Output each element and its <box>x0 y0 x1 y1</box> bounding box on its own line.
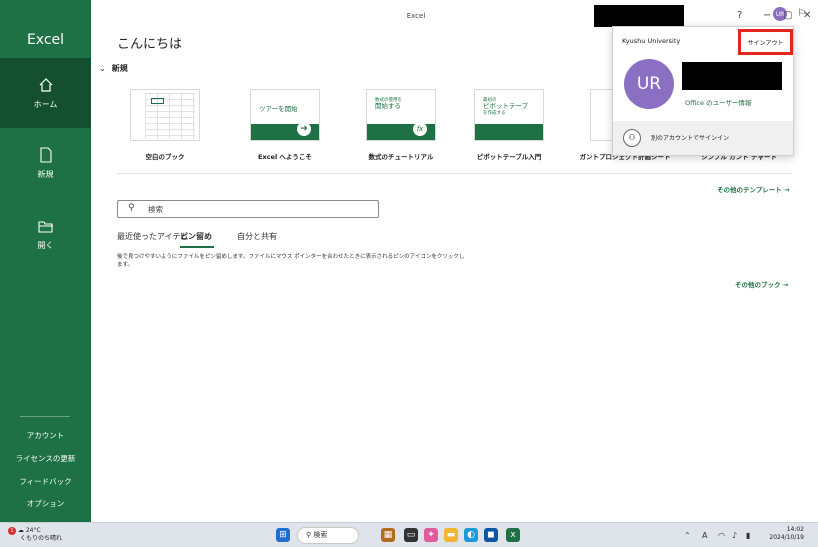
arrow-right-icon: ➔ <box>297 122 311 136</box>
sidebar-item-label: 開く <box>37 240 54 250</box>
account-avatar-large: UR <box>624 59 674 109</box>
chevron-down-icon: ⌄ <box>99 64 106 73</box>
thumbnail-extra: を作成する <box>483 111 506 117</box>
template-name: ピボットテーブル入門 <box>476 153 542 161</box>
copilot-icon[interactable]: ✦ <box>424 528 438 542</box>
widget-icon[interactable]: ▦ <box>381 528 395 542</box>
search-icon: ⚲ <box>306 531 312 539</box>
folder-open-icon <box>37 220 53 233</box>
start-icon[interactable]: ⊞ <box>276 528 290 542</box>
thumbnail-maintext: 開始する <box>375 102 401 111</box>
thumbnail-text: 最初の ピボットテーブ を作成する <box>483 98 528 117</box>
pinned-hint: 後で見つけやすいようにファイルをピン留めします。ファイルにマウス ポインターを合… <box>117 254 465 269</box>
home-icon <box>39 77 52 92</box>
file-explorer-icon[interactable]: ▬ <box>444 528 458 542</box>
sign-out-button[interactable]: サインアウト <box>738 29 793 55</box>
clock[interactable]: 14:02 2024/10/19 <box>769 526 804 542</box>
template-thumbnail <box>130 89 200 141</box>
organization-name: Kyushu University <box>622 37 681 45</box>
sidebar-item-label: ホーム <box>33 99 58 109</box>
search-placeholder: 検索 <box>148 205 163 214</box>
store-icon[interactable]: ◼ <box>484 528 498 542</box>
template-formula-tutorial[interactable]: 数式の使用を 開始する fx 数式のチュートリアル <box>353 89 449 161</box>
template-pivot-intro[interactable]: 最初の ピボットテーブ を作成する ピボットテーブル入門 <box>461 89 557 161</box>
weather-badge: 1 <box>8 527 16 535</box>
search-input[interactable]: ⚲ 検索 <box>117 200 379 218</box>
template-thumbnail: ツアーを開始 ➔ <box>250 89 320 141</box>
sidebar-item-feedback[interactable]: フィードバック <box>0 476 91 487</box>
ime-indicator[interactable]: A <box>702 531 707 540</box>
page-title: こんにちは <box>117 37 183 52</box>
template-welcome[interactable]: ツアーを開始 ➔ Excel へようこそ <box>237 89 333 161</box>
weather-temp: 24°C <box>25 527 41 534</box>
weather-icon: ☁ <box>17 527 24 534</box>
divider <box>117 173 792 174</box>
chevron-up-icon[interactable]: ⌃ <box>684 531 691 540</box>
taskbar-search[interactable]: ⚲ 検索 <box>297 527 359 544</box>
weather-desc: くもりのち晴れ <box>20 535 63 542</box>
edge-icon[interactable]: ◐ <box>464 528 478 542</box>
section-label: 新規 <box>111 64 128 73</box>
sidebar-item-account[interactable]: アカウント <box>0 430 91 441</box>
template-thumbnail: 数式の使用を 開始する fx <box>366 89 436 141</box>
taskbar-search-label: 検索 <box>313 531 328 539</box>
thumbnail-text: 数式の使用を 開始する <box>375 98 402 111</box>
more-books-link[interactable]: その他のブック → <box>735 279 788 289</box>
sidebar-item-home[interactable]: ホーム <box>0 58 91 128</box>
sidebar: Excel ホーム 新規 開く アカウント ライセンスの更新 フィードバック オ… <box>0 0 91 522</box>
switch-account-button[interactable]: ⚇ 別のアカウントでサインイン <box>613 121 793 155</box>
account-popup: Kyushu University サインアウト UR Office のユーザー… <box>612 26 794 156</box>
sidebar-item-new[interactable]: 新規 <box>0 128 91 198</box>
template-thumbnail: 最初の ピボットテーブ を作成する <box>474 89 544 141</box>
template-blank-workbook[interactable]: 空白のブック <box>117 89 213 161</box>
more-templates-link[interactable]: その他のテンプレート → <box>717 184 790 194</box>
search-icon: ⚲ <box>128 203 135 213</box>
template-name: 空白のブック <box>145 153 185 161</box>
main-area: こんにちは ⌄ 新規 空白のブック ツアーを開始 ➔ Excel へようこそ 数式… <box>91 0 818 522</box>
clock-date: 2024/10/19 <box>769 533 804 541</box>
switch-account-label: 別のアカウントでサインイン <box>651 135 730 142</box>
active-tab-indicator <box>180 246 214 248</box>
sidebar-item-license[interactable]: ライセンスの更新 <box>0 453 91 464</box>
tab-recent[interactable]: 最近使ったアイテム <box>117 231 188 242</box>
sidebar-divider <box>20 416 70 417</box>
sidebar-item-options[interactable]: オプション <box>0 498 91 509</box>
person-icon: ⚇ <box>623 129 641 147</box>
sidebar-item-label: 新規 <box>37 169 54 179</box>
thumbnail-text: ツアーを開始 <box>259 105 298 113</box>
clock-time: 14:02 <box>786 526 804 533</box>
sidebar-item-open[interactable]: 開く <box>0 200 91 270</box>
redacted-name <box>682 62 782 90</box>
volume-icon[interactable]: ♪ <box>732 531 737 540</box>
tab-pinned[interactable]: ピン留め <box>180 231 212 242</box>
tab-shared[interactable]: 自分と共有 <box>237 231 277 242</box>
selected-cell <box>151 98 164 104</box>
green-band <box>475 124 543 140</box>
fx-icon: fx <box>413 122 427 136</box>
app-name: Excel <box>26 32 65 48</box>
taskbar: 1 ☁ 24°C くもりのち晴れ ⊞ ⚲ 検索 ▦ ▭ ✦ ▬ ◐ ◼ x ⌃ … <box>0 522 818 547</box>
office-profile-link[interactable]: Office のユーザー情報 <box>685 97 751 107</box>
template-name: Excel へようこそ <box>258 153 312 161</box>
new-file-icon <box>39 146 52 163</box>
weather-widget[interactable]: 1 ☁ 24°C くもりのち晴れ <box>8 527 62 542</box>
battery-icon[interactable]: ▮ <box>746 531 750 540</box>
excel-taskbar-icon[interactable]: x <box>506 528 520 542</box>
template-name: 数式のチュートリアル <box>368 153 434 161</box>
wifi-icon[interactable]: ◠ <box>718 531 725 540</box>
task-view-icon[interactable]: ▭ <box>404 528 418 542</box>
new-section-header[interactable]: ⌄ 新規 <box>99 63 128 74</box>
